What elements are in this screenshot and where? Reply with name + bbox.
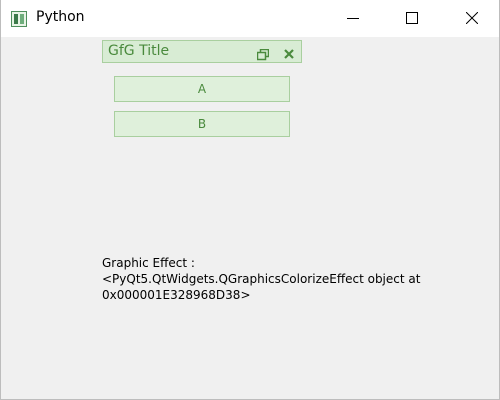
restore-icon[interactable]	[256, 46, 270, 61]
close-icon[interactable]	[283, 45, 295, 59]
window-title: Python	[36, 9, 85, 25]
client-area: GfG Title A B Graphic Effect : <PyQt5.Qt…	[1, 37, 499, 400]
mdi-sub-window[interactable]: GfG Title	[102, 40, 302, 63]
main-window: Python GfG Title A B Graphic Effect: <P…	[0, 0, 500, 400]
maximize-button[interactable]	[389, 0, 435, 37]
minimize-icon	[347, 18, 359, 19]
maximize-icon	[406, 12, 418, 24]
close-button[interactable]	[449, 0, 495, 37]
close-icon	[466, 12, 478, 24]
button-a[interactable]: A	[114, 76, 290, 102]
button-b[interactable]: B	[114, 111, 290, 137]
title-bar[interactable]: Python	[1, 0, 499, 37]
minimize-button[interactable]	[330, 0, 376, 37]
python-app-icon	[11, 11, 27, 27]
sub-window-title: GfG Title	[108, 43, 170, 59]
graphic-effect-label: Graphic Effect : <PyQt5.QtWidgets.QGraph…	[102, 256, 421, 302]
